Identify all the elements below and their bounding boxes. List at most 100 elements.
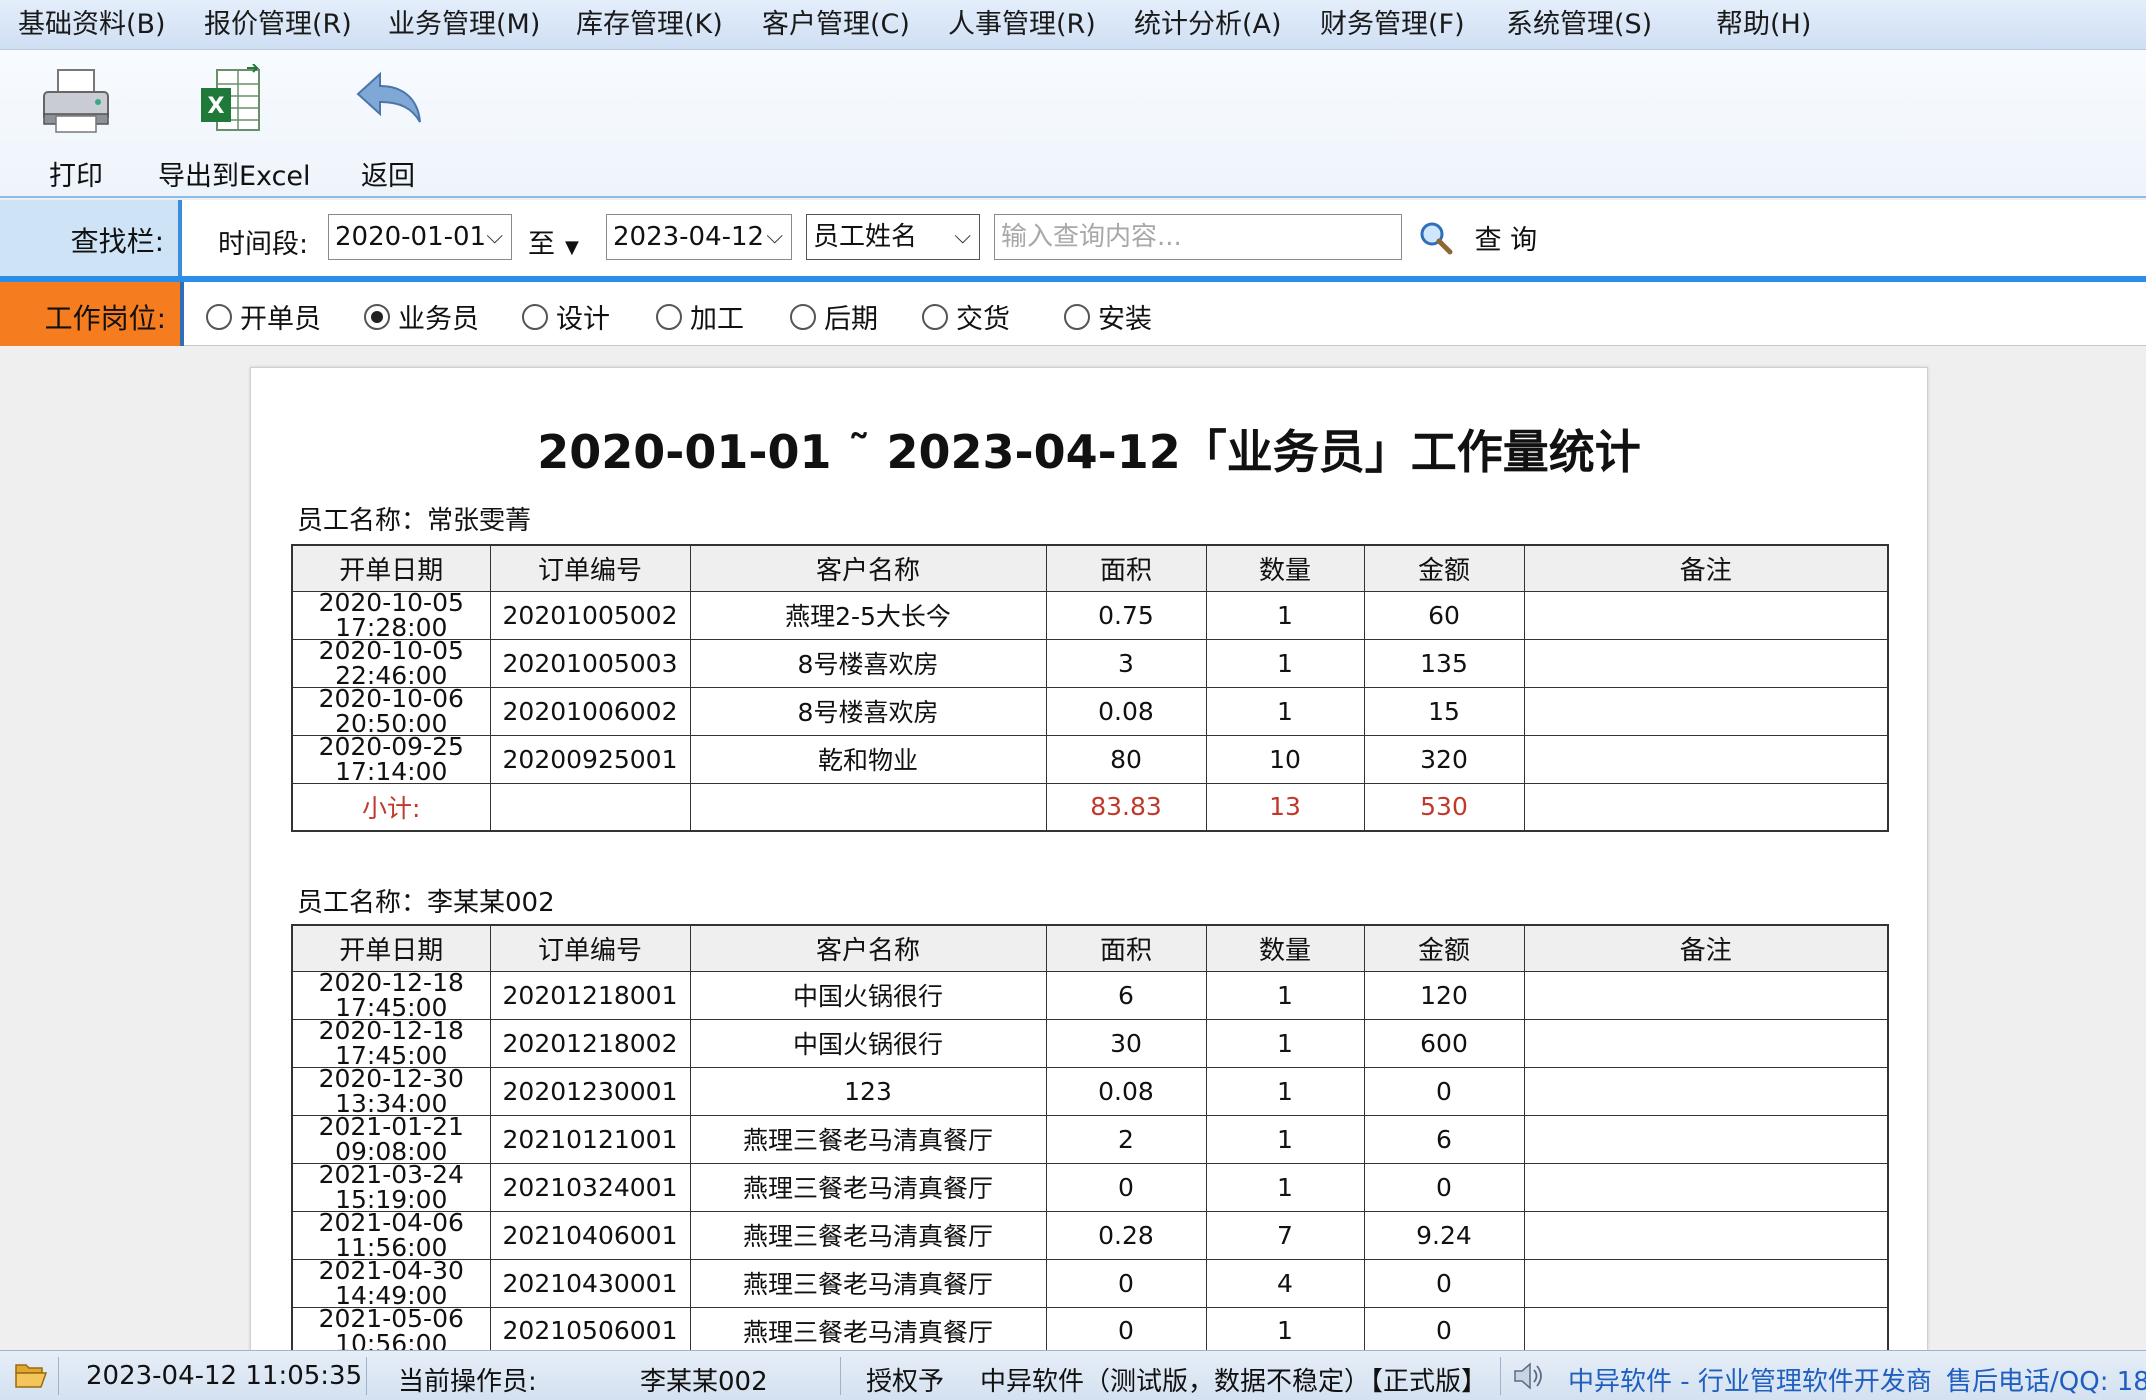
order-date-cell: 2020-12-18 17:45:00 — [291, 970, 491, 1020]
date-from-value: 2020-01-01 — [335, 222, 487, 252]
chevron-down-icon: ⌵ — [766, 224, 783, 249]
table-row: 2020-09-25 17:14:00 20200925001 乾和物业 80 1… — [291, 734, 1889, 784]
area-cell: 0.08 — [1045, 1066, 1207, 1116]
back-button[interactable]: 返回 — [340, 64, 436, 194]
status-vendor-link[interactable]: 中异软件 - 行业管理软件开发商 — [1568, 1361, 1932, 1398]
amount-cell: 135 — [1363, 638, 1525, 688]
radio-processing[interactable]: 加工 — [656, 297, 744, 335]
area-cell: 3 — [1045, 638, 1207, 688]
menu-help[interactable]: 帮助(H) — [1716, 0, 1811, 50]
customer-cell: 乾和物业 — [689, 734, 1047, 784]
status-separator — [366, 1357, 367, 1395]
menu-basic-data[interactable]: 基础资料(B) — [18, 0, 166, 50]
note-cell — [1523, 1114, 1889, 1164]
amount-cell: 0 — [1363, 1306, 1525, 1350]
search-bar-label: 查找栏: — [70, 225, 164, 258]
area-cell: 30 — [1045, 1018, 1207, 1068]
report-page: 2020-01-01 ˜ 2023-04-12「业务员」工作量统计 员工名称：常… — [250, 367, 1928, 1350]
table-row: 2020-12-18 17:45:00 20201218001 中国火锅很行 6 … — [291, 970, 1889, 1020]
customer-cell: 8号楼喜欢房 — [689, 638, 1047, 688]
menu-finance-management[interactable]: 财务管理(F) — [1320, 0, 1465, 50]
subtotal-area: 83.83 — [1045, 782, 1207, 832]
note-cell — [1523, 1066, 1889, 1116]
area-cell: 0.08 — [1045, 686, 1207, 736]
table-row: 2021-04-30 14:49:00 20210430001 燕理三餐老马清真餐… — [291, 1258, 1889, 1308]
query-button[interactable]: 查 询 — [1418, 218, 1537, 257]
menu-hr-management[interactable]: 人事管理(R) — [948, 0, 1096, 50]
menu-inventory-management[interactable]: 库存管理(K) — [576, 0, 723, 50]
status-separator — [840, 1357, 841, 1395]
to-label[interactable]: 至 ▼ — [528, 222, 579, 261]
date-from-picker[interactable]: 2020-01-01 ⌵ — [328, 214, 512, 260]
table-row: 2020-10-06 20:50:00 20201006002 8号楼喜欢房 0.… — [291, 686, 1889, 736]
subtotal-row: 小计: 83.83 13 530 — [291, 782, 1889, 832]
printer-icon — [43, 69, 109, 133]
table-header-row: 开单日期 订单编号 客户名称 面积 数量 金额 备注 — [291, 544, 1889, 592]
customer-cell: 燕理三餐老马清真餐厅 — [689, 1114, 1047, 1164]
order-number-cell: 20201218001 — [489, 970, 691, 1020]
note-cell — [1523, 734, 1889, 784]
table-row: 2021-01-21 09:08:00 20210121001 燕理三餐老马清真餐… — [291, 1114, 1889, 1164]
report-viewer[interactable]: 2020-01-01 ˜ 2023-04-12「业务员」工作量统计 员工名称：常… — [0, 347, 2146, 1350]
customer-cell: 燕理三餐老马清真餐厅 — [689, 1210, 1047, 1260]
search-field-select[interactable]: 员工姓名 ⌵ — [806, 214, 980, 260]
table-row: 2020-12-30 13:34:00 20201230001 123 0.08 … — [291, 1066, 1889, 1116]
menu-system-management[interactable]: 系统管理(S) — [1506, 0, 1652, 50]
radio-order-clerk[interactable]: 开单员 — [206, 297, 321, 335]
menu-customer-management[interactable]: 客户管理(C) — [762, 0, 910, 50]
order-date-cell: 2020-12-30 13:34:00 — [291, 1066, 491, 1116]
order-date-cell: 2020-10-06 20:50:00 — [291, 686, 491, 736]
column-header: 开单日期 — [291, 544, 491, 592]
quantity-cell: 1 — [1205, 1306, 1365, 1350]
query-input[interactable]: 输入查询内容... — [994, 214, 1402, 260]
menu-statistics[interactable]: 统计分析(A) — [1134, 0, 1282, 50]
quantity-cell: 1 — [1205, 686, 1365, 736]
customer-cell: 燕理2-5大长今 — [689, 590, 1047, 640]
amount-cell: 0 — [1363, 1162, 1525, 1212]
radio-design[interactable]: 设计 — [522, 297, 610, 335]
menu-business-management[interactable]: 业务管理(M) — [388, 0, 540, 50]
note-cell — [1523, 1018, 1889, 1068]
column-header: 订单编号 — [489, 924, 691, 972]
speaker-icon[interactable] — [1512, 1361, 1546, 1391]
radio-installation[interactable]: 安装 — [1064, 297, 1152, 335]
radio-post-processing[interactable]: 后期 — [790, 297, 878, 335]
customer-cell: 8号楼喜欢房 — [689, 686, 1047, 736]
customer-cell: 中国火锅很行 — [689, 1018, 1047, 1068]
column-header: 数量 — [1205, 924, 1365, 972]
order-number-cell: 20201006002 — [489, 686, 691, 736]
subtotal-empty-cell — [1523, 782, 1889, 832]
date-to-picker[interactable]: 2023-04-12 ⌵ — [606, 214, 792, 260]
area-cell: 0 — [1045, 1162, 1207, 1212]
query-label: 查 询 — [1474, 225, 1538, 256]
folder-open-icon[interactable] — [14, 1359, 48, 1391]
area-cell: 2 — [1045, 1114, 1207, 1164]
export-excel-button[interactable]: X 导出到Excel — [158, 64, 311, 194]
print-button[interactable]: 打印 — [28, 64, 124, 194]
status-separator — [58, 1357, 59, 1395]
amount-cell: 9.24 — [1363, 1210, 1525, 1260]
column-header: 订单编号 — [489, 544, 691, 592]
report-title: 2020-01-01 ˜ 2023-04-12「业务员」工作量统计 — [537, 425, 1641, 479]
radio-circle — [922, 303, 948, 330]
table-row: 2020-12-18 17:45:00 20201218002 中国火锅很行 30… — [291, 1018, 1889, 1068]
menu-quote-management[interactable]: 报价管理(R) — [204, 0, 352, 50]
back-label: 返回 — [361, 161, 415, 192]
column-header: 客户名称 — [689, 924, 1047, 972]
order-number-cell: 20200925001 — [489, 734, 691, 784]
column-header: 面积 — [1045, 924, 1207, 972]
workload-table: 开单日期 订单编号 客户名称 面积 数量 金额 备注 2020-12-18 17:… — [291, 924, 1889, 1350]
radio-salesperson[interactable]: 业务员 — [364, 297, 479, 335]
radio-delivery[interactable]: 交货 — [922, 297, 1010, 335]
export-excel-label: 导出到Excel — [158, 161, 311, 192]
note-cell — [1523, 1162, 1889, 1212]
order-number-cell: 20201005003 — [489, 638, 691, 688]
chevron-down-icon: ⌵ — [954, 224, 971, 249]
customer-cell: 燕理三餐老马清真餐厅 — [689, 1306, 1047, 1350]
order-date-cell: 2021-04-06 11:56:00 — [291, 1210, 491, 1260]
order-date-cell: 2021-05-06 10:56:00 — [291, 1306, 491, 1350]
column-header: 金额 — [1363, 924, 1525, 972]
quantity-cell: 1 — [1205, 590, 1365, 640]
order-number-cell: 20210506001 — [489, 1306, 691, 1350]
status-support: 售后电话/QQ: 18 — [1946, 1367, 2146, 1397]
